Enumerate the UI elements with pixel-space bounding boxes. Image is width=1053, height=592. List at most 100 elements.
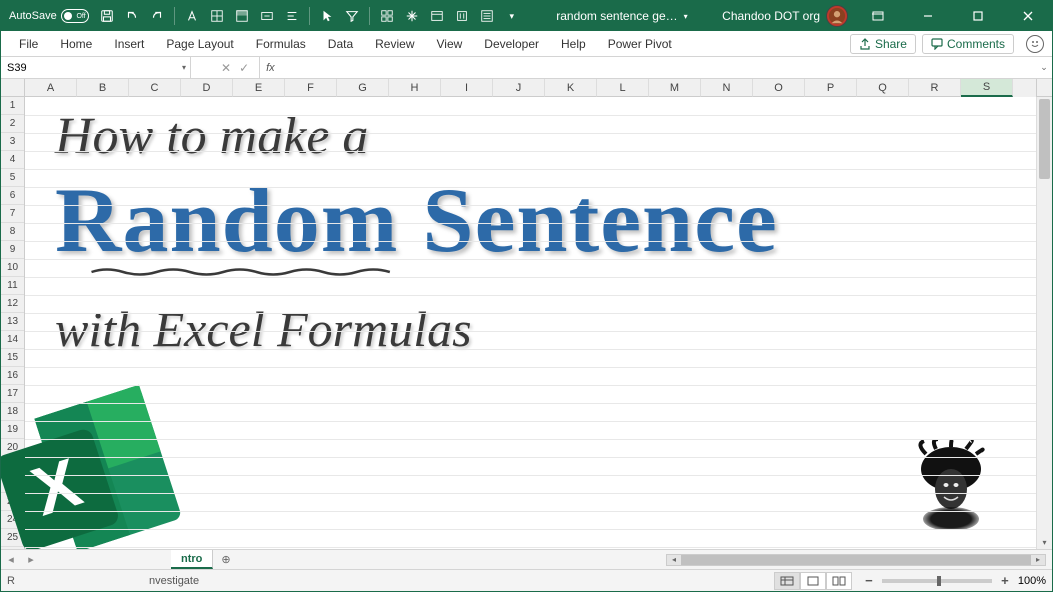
scroll-down-icon[interactable]: ▾: [1037, 535, 1052, 549]
cells[interactable]: How to make a Random Sentence with Excel…: [25, 97, 1036, 549]
row-header-13[interactable]: 13: [1, 313, 24, 331]
feedback-icon[interactable]: [1026, 35, 1044, 53]
formula-input[interactable]: [281, 62, 1036, 74]
merge-icon[interactable]: [257, 6, 277, 26]
close-button[interactable]: [1008, 2, 1048, 30]
row-header-2[interactable]: 2: [1, 115, 24, 133]
row-header-10[interactable]: 10: [1, 259, 24, 277]
ribbon-display-icon[interactable]: [858, 2, 898, 30]
row-header-14[interactable]: 14: [1, 331, 24, 349]
maximize-button[interactable]: [958, 2, 998, 30]
column-header-O[interactable]: O: [753, 79, 805, 97]
column-header-R[interactable]: R: [909, 79, 961, 97]
panes-icon[interactable]: [377, 6, 397, 26]
tab-developer[interactable]: Developer: [474, 31, 549, 57]
row-header-5[interactable]: 5: [1, 169, 24, 187]
save-icon[interactable]: [97, 6, 117, 26]
redo-icon[interactable]: [147, 6, 167, 26]
tab-view[interactable]: View: [427, 31, 473, 57]
comments-button[interactable]: Comments: [922, 34, 1014, 54]
fill-icon[interactable]: [232, 6, 252, 26]
sheet-nav[interactable]: ◂▸: [1, 553, 41, 566]
font-icon[interactable]: [182, 6, 202, 26]
hscroll-thumb[interactable]: [681, 555, 1031, 565]
scroll-right-icon[interactable]: ▸: [1031, 555, 1045, 564]
window-icon[interactable]: [427, 6, 447, 26]
row-header-11[interactable]: 11: [1, 277, 24, 295]
tab-data[interactable]: Data: [318, 31, 363, 57]
tab-review[interactable]: Review: [365, 31, 424, 57]
filename-dropdown-icon[interactable]: ▾: [684, 12, 688, 21]
column-header-I[interactable]: I: [441, 79, 493, 97]
tab-insert[interactable]: Insert: [104, 31, 154, 57]
column-header-B[interactable]: B: [77, 79, 129, 97]
tab-power-pivot[interactable]: Power Pivot: [598, 31, 682, 57]
column-header-Q[interactable]: Q: [857, 79, 909, 97]
column-header-L[interactable]: L: [597, 79, 649, 97]
vertical-scrollbar[interactable]: ▴ ▾: [1036, 97, 1052, 549]
normal-view-button[interactable]: [774, 572, 800, 590]
align-icon[interactable]: [282, 6, 302, 26]
tab-formulas[interactable]: Formulas: [246, 31, 316, 57]
filter-icon[interactable]: [342, 6, 362, 26]
column-header-M[interactable]: M: [649, 79, 701, 97]
column-header-E[interactable]: E: [233, 79, 285, 97]
zoom-level[interactable]: 100%: [1018, 575, 1046, 587]
tab-help[interactable]: Help: [551, 31, 596, 57]
fx-icon[interactable]: fx: [260, 62, 281, 74]
zoom-in-button[interactable]: +: [998, 574, 1012, 588]
border-icon[interactable]: [207, 6, 227, 26]
minimize-button[interactable]: [908, 2, 948, 30]
column-header-G[interactable]: G: [337, 79, 389, 97]
row-header-15[interactable]: 15: [1, 349, 24, 367]
column-header-J[interactable]: J: [493, 79, 545, 97]
cursor-icon[interactable]: [317, 6, 337, 26]
column-header-D[interactable]: D: [181, 79, 233, 97]
expand-formula-bar-icon[interactable]: ⌄: [1036, 62, 1052, 73]
column-header-K[interactable]: K: [545, 79, 597, 97]
row-header-16[interactable]: 16: [1, 367, 24, 385]
freeze-icon[interactable]: [402, 6, 422, 26]
view-buttons: [774, 572, 852, 590]
scroll-left-icon[interactable]: ◂: [667, 555, 681, 564]
column-header-H[interactable]: H: [389, 79, 441, 97]
horizontal-scrollbar[interactable]: ◂ ▸: [239, 554, 1052, 566]
row-header-12[interactable]: 12: [1, 295, 24, 313]
column-header-A[interactable]: A: [25, 79, 77, 97]
scroll-thumb[interactable]: [1039, 99, 1050, 179]
column-header-N[interactable]: N: [701, 79, 753, 97]
share-button[interactable]: Share: [850, 34, 916, 54]
row-header-9[interactable]: 9: [1, 241, 24, 259]
row-header-1[interactable]: 1: [1, 97, 24, 115]
row-header-3[interactable]: 3: [1, 133, 24, 151]
row-header-4[interactable]: 4: [1, 151, 24, 169]
column-header-P[interactable]: P: [805, 79, 857, 97]
select-all-corner[interactable]: [1, 79, 25, 97]
macros-icon[interactable]: [452, 6, 472, 26]
tab-file[interactable]: File: [9, 31, 48, 57]
column-header-F[interactable]: F: [285, 79, 337, 97]
sheet-tab-intro[interactable]: ntro: [171, 550, 213, 569]
cancel-formula-icon[interactable]: ✕: [221, 61, 231, 75]
zoom-slider[interactable]: [882, 579, 992, 583]
row-header-8[interactable]: 8: [1, 223, 24, 241]
autosave-toggle[interactable]: AutoSave Off: [5, 9, 93, 23]
page-break-view-button[interactable]: [826, 572, 852, 590]
column-header-C[interactable]: C: [129, 79, 181, 97]
column-header-S[interactable]: S: [961, 79, 1013, 97]
row-header-7[interactable]: 7: [1, 205, 24, 223]
undo-icon[interactable]: [122, 6, 142, 26]
row-header-6[interactable]: 6: [1, 187, 24, 205]
tab-page-layout[interactable]: Page Layout: [156, 31, 243, 57]
zoom-out-button[interactable]: −: [862, 574, 876, 588]
autosave-switch[interactable]: Off: [61, 9, 89, 23]
tab-home[interactable]: Home: [50, 31, 102, 57]
name-box-dropdown-icon[interactable]: ▾: [182, 63, 186, 72]
add-sheet-button[interactable]: ⊕: [213, 553, 238, 566]
page-layout-view-button[interactable]: [800, 572, 826, 590]
form-icon[interactable]: [477, 6, 497, 26]
name-box[interactable]: S39 ▾: [1, 57, 191, 78]
enter-formula-icon[interactable]: ✓: [239, 61, 249, 75]
user-account[interactable]: Chandoo DOT org: [722, 5, 848, 27]
qat-customize-icon[interactable]: ▾: [502, 6, 522, 26]
